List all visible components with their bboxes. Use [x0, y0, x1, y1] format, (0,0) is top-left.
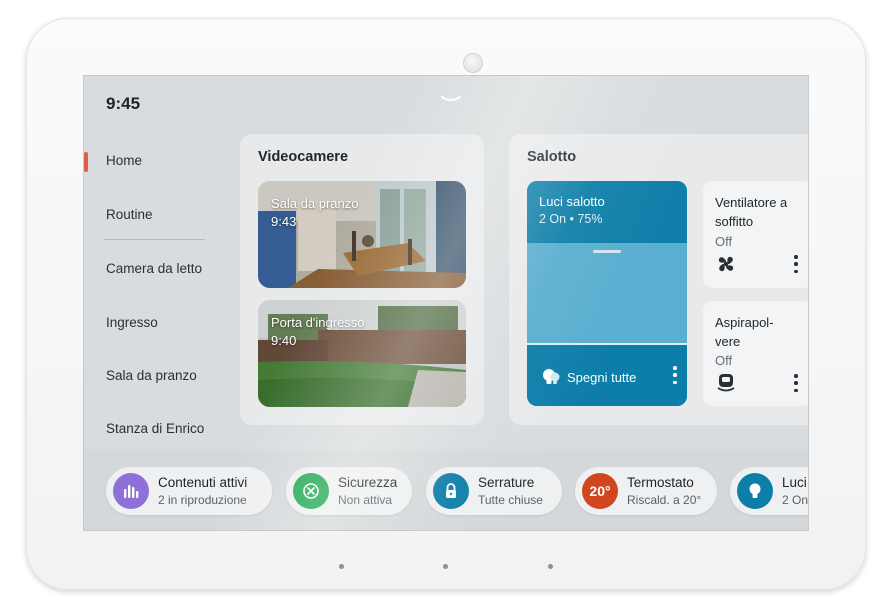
- shortcut-title: Serrature: [478, 475, 535, 490]
- shortcut-serrature[interactable]: Serrature Tutte chiuse: [426, 467, 562, 515]
- camera-label: Sala da pranzo 9:43: [271, 195, 358, 231]
- camera-name: Sala da pranzo: [271, 196, 359, 211]
- clock: 9:45: [106, 94, 141, 113]
- device-name-line: vere: [715, 334, 741, 349]
- bulb-icon: [737, 473, 773, 509]
- sidebar-item-label: Routine: [106, 206, 153, 222]
- shortcut-subtitle: Tutte chiuse: [478, 493, 543, 507]
- sidebar-item-ingresso[interactable]: Ingresso: [84, 305, 224, 339]
- sidebar-item-label: Stanza di Enrico: [106, 420, 205, 436]
- shortcut-subtitle: 2 On: [782, 493, 808, 507]
- sidebar-item-routine[interactable]: Routine: [84, 197, 224, 231]
- shortcut-tray: Contenuti attivi 2 in riproduzione Sicur…: [84, 450, 808, 530]
- lights-status: 2 On • 75%: [539, 212, 603, 226]
- turn-off-all-button[interactable]: Spegni tutte: [541, 367, 636, 387]
- device-name: Aspirapol- vere: [715, 313, 805, 351]
- sidebar-item-sala-da-pranzo[interactable]: Sala da pranzo: [84, 358, 224, 392]
- shortcut-title: Termostato: [627, 475, 694, 490]
- equalizer-icon: [113, 473, 149, 509]
- sidebar-item-camera-da-letto[interactable]: Camera da letto: [84, 251, 224, 285]
- more-options-icon[interactable]: [794, 374, 798, 392]
- lights-tile[interactable]: Luci salotto 2 On • 75% Spegni tutte: [527, 181, 687, 406]
- shortcut-termostato[interactable]: 20° Termostato Riscald. a 20°: [575, 467, 717, 515]
- sidebar-item-label: Camera da letto: [106, 260, 203, 276]
- sidebar-item-label: Home: [106, 152, 143, 168]
- more-options-icon[interactable]: [794, 255, 798, 273]
- camera-feed-porta-ingresso[interactable]: Porta d'ingresso 9:40: [258, 300, 466, 407]
- lock-icon: [433, 473, 469, 509]
- shortcut-title: Contenuti attivi: [158, 475, 248, 490]
- sidebar-item-stanza-di-enrico[interactable]: Stanza di Enrico: [84, 411, 224, 445]
- shortcut-subtitle: 2 in riproduzione: [158, 493, 247, 507]
- sidebar-item-label: Ingresso: [106, 314, 158, 330]
- camera-label: Porta d'ingresso 9:40: [271, 314, 365, 350]
- shortcut-luci[interactable]: Luci 2 On: [730, 467, 808, 515]
- device-state: Off: [715, 234, 733, 249]
- device-tile-ventilatore[interactable]: Ventilatore a soffitto Off: [703, 181, 808, 288]
- room-card-title: Salotto: [527, 149, 577, 165]
- sidebar-divider: [104, 239, 205, 240]
- brightness-slider[interactable]: [527, 243, 687, 343]
- camera-name: Porta d'ingresso: [271, 315, 365, 330]
- lights-name: Luci salotto: [539, 194, 605, 209]
- shortcut-title: Sicurezza: [338, 475, 398, 490]
- cameras-card: Videocamere Sala da pranzo 9:43 Porta d'…: [240, 134, 484, 425]
- more-options-icon[interactable]: [673, 366, 677, 384]
- brightness-handle[interactable]: [593, 250, 621, 253]
- device-state: Off: [715, 353, 733, 368]
- fan-icon: [718, 256, 734, 272]
- sidebar-item-home[interactable]: Home: [84, 143, 224, 177]
- shortcut-contenuti-attivi[interactable]: Contenuti attivi 2 in riproduzione: [106, 467, 272, 515]
- shortcut-subtitle: Non attiva: [338, 493, 393, 507]
- bulbs-icon: [543, 369, 560, 384]
- room-card: Salotto Luci salotto 2 On • 75% Spegni t…: [509, 134, 808, 425]
- screen: 9:45 Home Routine Camera da letto Ingres…: [84, 76, 808, 530]
- device-name-line: Aspirapol-: [715, 315, 774, 330]
- microphone-dot: [443, 564, 448, 569]
- shield-off-icon: [293, 473, 329, 509]
- turn-off-all-label: Spegni tutte: [567, 369, 637, 385]
- microphone-dot: [339, 564, 344, 569]
- robot-vacuum-icon: [717, 374, 735, 392]
- shortcut-subtitle: Riscald. a 20°: [627, 493, 702, 507]
- camera-feed-sala-da-pranzo[interactable]: Sala da pranzo 9:43: [258, 181, 466, 288]
- shortcut-title: Luci: [782, 475, 807, 490]
- camera-time: 9:40: [271, 333, 297, 348]
- device-tile-aspirapolvere[interactable]: Aspirapol- vere Off: [703, 301, 808, 406]
- cameras-card-title: Videocamere: [258, 149, 349, 165]
- shortcut-sicurezza[interactable]: Sicurezza Non attiva: [286, 467, 412, 515]
- chevron-down-icon[interactable]: [440, 94, 462, 104]
- camera-lens-icon: [463, 53, 483, 73]
- sidebar-item-label: Sala da pranzo: [106, 367, 197, 383]
- thermostat-temperature-badge: 20°: [582, 473, 618, 509]
- camera-time: 9:43: [271, 214, 297, 229]
- microphone-dot: [548, 564, 553, 569]
- device-name: Ventilatore a soffitto: [715, 195, 788, 229]
